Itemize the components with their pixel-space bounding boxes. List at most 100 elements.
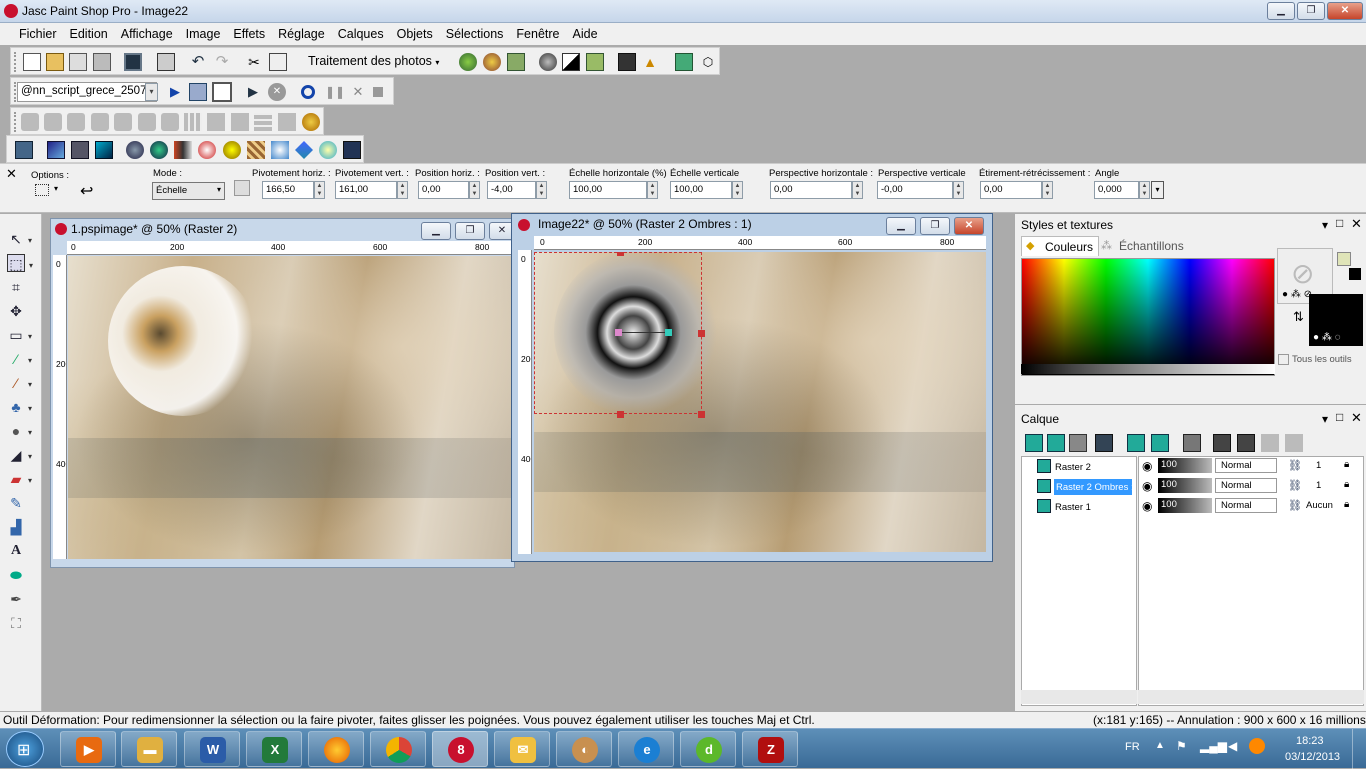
dodge-tool[interactable]: ● ▾ [7,422,32,440]
move-tool[interactable]: ✥ [7,302,25,320]
effect-light-icon[interactable] [319,141,337,159]
deform-tool[interactable]: ⛶ [7,614,25,632]
paste-icon[interactable] [21,113,39,131]
contrast-icon[interactable] [562,53,580,71]
mode-select[interactable]: Échelle ▾ [152,182,225,200]
swap-icon[interactable]: ⇅ [1293,309,1304,325]
maximize-icon[interactable]: □ [1336,216,1343,230]
burn-tool[interactable]: ◢ ▾ [7,446,32,464]
avast-icon[interactable] [1249,738,1265,754]
start-button[interactable]: ⊞ [6,731,44,767]
effect-texture-icon[interactable] [247,141,265,159]
grid-icon[interactable] [184,113,202,131]
effects-browser-icon[interactable] [675,53,693,71]
bg-mini-swatch[interactable] [1349,268,1361,280]
duplicate-layer-icon[interactable] [1127,434,1145,452]
effect-ripple-icon[interactable] [223,141,241,159]
redo-icon[interactable]: ↷ [213,53,231,71]
reset-icon[interactable]: ↩ [80,181,93,201]
clone-tool[interactable]: ♣ ▾ [7,398,32,416]
pos-h-spinner[interactable]: ▲ ▼ [469,181,480,199]
network-icon[interactable]: ▂▄▆ [1200,739,1227,753]
effect-bevel-icon[interactable] [47,141,65,159]
maximize-icon[interactable]: □ [1336,410,1343,424]
sharpen-icon[interactable] [539,53,557,71]
mask-icon[interactable] [1213,434,1231,452]
browser-icon[interactable] [302,113,320,131]
menu-affichage[interactable]: Affichage [114,23,179,41]
close-icon[interactable]: ✕ [1351,216,1362,232]
scale-v-spinner[interactable]: ▲ ▼ [732,181,743,199]
taskbar-ie[interactable]: e [618,731,674,767]
lock-icon[interactable]: 🔒︎ [1344,479,1349,490]
folder-icon[interactable] [114,113,132,131]
minimize-button[interactable]: ▁ [1267,2,1295,20]
copy-icon[interactable] [269,53,287,71]
script-select[interactable]: @nn_script_grece_2507( [17,82,157,102]
angle-input[interactable]: 0,000 [1094,181,1139,199]
shape-tool[interactable]: ⬬ [7,566,25,584]
restore-button[interactable]: ❐ [1297,2,1325,20]
deform-handle[interactable] [698,411,705,418]
pos-h-input[interactable]: 0,00 [418,181,469,199]
eye-icon[interactable]: ◉ [1142,499,1152,513]
hide-mask-icon[interactable] [1237,434,1255,452]
selection-tool[interactable]: ⬚ ▾ [7,254,33,272]
undo-icon[interactable]: ↶ [189,53,207,71]
pivot-v-input[interactable]: 161,00 [335,181,397,199]
show-desktop-button[interactable] [1352,729,1366,769]
document-window-2[interactable]: Image22* @ 50% (Raster 2 Ombres : 1) ▁ ❐… [511,213,993,562]
close-button[interactable]: ✕ [1327,2,1363,20]
edit-script-icon[interactable] [189,83,207,101]
taskbar-excel[interactable]: X [246,731,302,767]
lock-icon[interactable]: 🔒︎ [1344,459,1349,470]
binoculars-icon[interactable] [138,113,156,131]
taskbar-paint[interactable]: ◐ [556,731,612,767]
list-icon[interactable] [254,113,272,131]
paint-brush-tool[interactable]: ⁄ ▾ [7,374,32,392]
deform-handle[interactable] [617,252,624,256]
link-icon[interactable]: ⛓ [1288,459,1302,472]
layer-props-row[interactable]: ◉ 100 Normal ⛓ 1 🔒︎ [1140,478,1362,496]
link-icon[interactable]: ⛓ [1288,499,1302,512]
bg-texture-buttons[interactable]: ● ⁂ ◌ [1313,332,1341,343]
pos-v-spinner[interactable]: ▲ ▼ [536,181,547,199]
all-tools-checkbox[interactable] [1278,354,1289,365]
text-tool[interactable]: A [7,542,25,560]
pivot-h-input[interactable]: 166,50 [262,181,314,199]
duplicate-icon[interactable] [67,113,85,131]
taskbar-paint-shop-pro[interactable]: 8 [432,731,488,767]
taskbar-explorer[interactable]: ▬ [121,731,177,767]
persp-v-input[interactable]: -0,00 [877,181,953,199]
clock-time[interactable]: 18:23 [1296,735,1324,747]
chevron-down-icon[interactable]: ▾ [145,83,158,101]
menu-objets[interactable]: Objets [390,23,439,41]
pin-icon[interactable]: ▾ [1322,218,1328,232]
menu-effets[interactable]: Effets [226,23,271,41]
taskbar-mail[interactable]: ✉ [494,731,550,767]
delete-icon[interactable] [44,113,62,131]
new-adjust-layer-icon[interactable] [1069,434,1087,452]
effect-frame-icon[interactable] [343,141,361,159]
menu-image[interactable]: Image [179,23,227,41]
doc2-close-button[interactable]: ✕ [954,217,984,235]
opacity-slider[interactable]: 100 [1158,478,1212,493]
new-vector-layer-icon[interactable] [1047,434,1065,452]
opacity-slider[interactable]: 100 [1158,458,1212,473]
menu-edition[interactable]: Edition [63,23,114,41]
photo-processing-dropdown[interactable]: Traitement des photos ▾ [308,54,439,68]
persp-h-spinner[interactable]: ▲ ▼ [852,181,863,199]
sort-icon[interactable] [161,113,179,131]
taskbar-firefox[interactable] [308,731,364,767]
pick-tool[interactable]: ↖ ▾ [7,230,32,248]
menu-calques[interactable]: Calques [331,23,390,41]
menu-selections[interactable]: Sélections [439,23,510,41]
thumbnail-icon[interactable] [207,113,225,131]
chevron-down-icon[interactable]: ▾ [1151,181,1164,199]
layer-props-row[interactable]: ◉ 100 Normal ⛓ Aucun 🔒︎ [1140,498,1362,516]
pause-icon[interactable]: ❚❚ [325,83,345,101]
histogram-icon[interactable] [618,53,636,71]
scale-h-spinner[interactable]: ▲ ▼ [647,181,658,199]
eye-icon[interactable]: ◉ [1142,479,1152,493]
marquee-tool[interactable]: ▭ ▾ [7,326,32,344]
